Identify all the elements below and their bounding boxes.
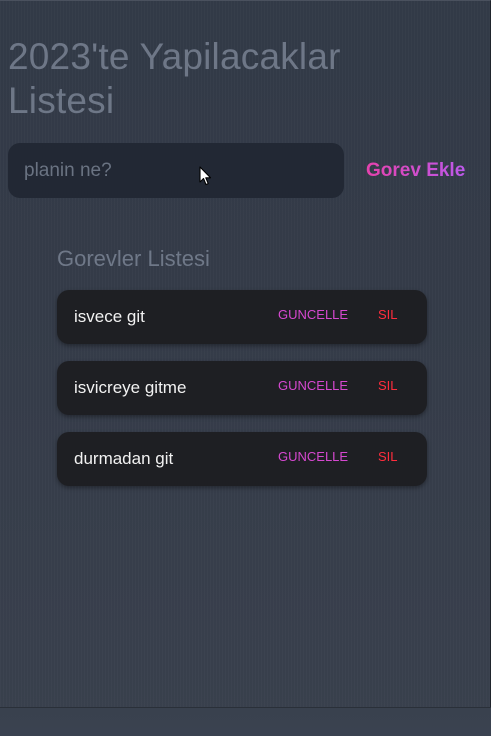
bottom-bar: [0, 707, 491, 736]
task-list-title: Gorevler Listesi: [57, 246, 210, 271]
add-task-button[interactable]: Gorev Ekle: [354, 151, 477, 191]
app-page: 2023'te Yapilacaklar Listesi Gorev Ekle …: [0, 0, 491, 736]
task-text: isvece git: [74, 307, 145, 326]
mouse-pointer-icon: [199, 166, 212, 186]
delete-task-button[interactable]: SIL: [378, 307, 398, 322]
task-list: isvece git GUNCELLE SIL isvicreye gitme …: [57, 290, 427, 503]
task-text: durmadan git: [74, 449, 174, 468]
delete-task-button[interactable]: SIL: [378, 378, 398, 393]
task-text: isvicreye gitme: [74, 378, 187, 397]
task-input[interactable]: [8, 143, 344, 198]
task-item: isvicreye gitme GUNCELLE SIL: [57, 361, 427, 415]
edit-task-button[interactable]: GUNCELLE: [278, 378, 348, 393]
page-title: 2023'te Yapilacaklar Listesi: [8, 36, 341, 121]
task-item: durmadan git GUNCELLE SIL: [57, 432, 427, 486]
edit-task-button[interactable]: GUNCELLE: [278, 307, 348, 322]
edit-task-button[interactable]: GUNCELLE: [278, 449, 348, 464]
task-item: isvece git GUNCELLE SIL: [57, 290, 427, 344]
delete-task-button[interactable]: SIL: [378, 449, 398, 464]
